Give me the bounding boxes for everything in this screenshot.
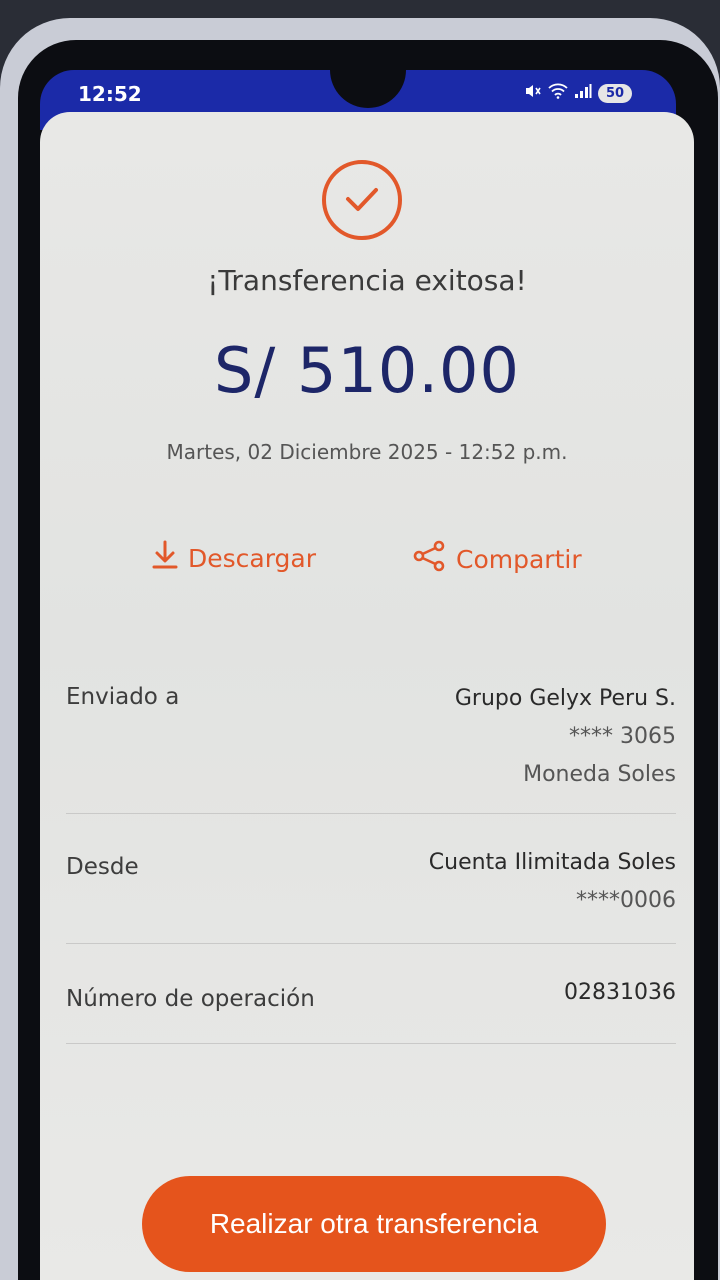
signal-icon <box>574 83 592 103</box>
sent-to-values: Grupo Gelyx Peru S. **** 3065 Moneda Sol… <box>455 680 676 794</box>
status-time: 12:52 <box>78 82 142 106</box>
operation-values: 02831036 <box>564 980 676 1005</box>
download-label: Descargar <box>188 543 317 573</box>
sent-to-label: Enviado a <box>66 684 180 710</box>
download-icon <box>152 540 178 576</box>
operation-label: Número de operación <box>66 986 315 1012</box>
battery-indicator: 50 <box>598 83 632 103</box>
source-account-name: Cuenta Ilimitada Soles <box>428 850 676 875</box>
transfer-amount: S/ 510.00 <box>214 334 520 407</box>
from-label: Desde <box>66 854 139 880</box>
receipt-actions: Descargar Compartir <box>40 540 694 580</box>
source-account-number: ****0006 <box>576 888 676 913</box>
recipient-account: **** 3065 <box>569 724 676 749</box>
transfer-datetime: Martes, 02 Diciembre 2025 - 12:52 p.m. <box>166 440 568 464</box>
detail-row-operation: Número de operación 02831036 <box>66 944 676 1044</box>
receipt-screen: ¡Transferencia exitosa! S/ 510.00 Martes… <box>40 112 694 1280</box>
new-transfer-button[interactable]: Realizar otra transferencia <box>142 1176 606 1272</box>
status-icons: 50 <box>524 83 632 103</box>
wifi-icon <box>548 83 568 103</box>
recipient-name: Grupo Gelyx Peru S. <box>454 686 676 711</box>
mute-icon <box>524 83 542 103</box>
recipient-currency: Moneda Soles <box>523 762 676 787</box>
share-icon <box>412 540 446 578</box>
success-title: ¡Transferencia exitosa! <box>207 264 527 297</box>
success-check-icon <box>322 160 402 240</box>
share-label: Compartir <box>456 544 582 574</box>
camera-notch <box>330 70 406 108</box>
share-button[interactable]: Compartir <box>412 540 582 578</box>
transfer-details: Enviado a Grupo Gelyx Peru S. **** 3065 … <box>66 672 676 1044</box>
download-button[interactable]: Descargar <box>152 540 316 576</box>
operation-number: 02831036 <box>564 980 676 1005</box>
detail-row-from: Desde Cuenta Ilimitada Soles ****0006 <box>66 814 676 944</box>
detail-row-sent-to: Enviado a Grupo Gelyx Peru S. **** 3065 … <box>66 672 676 814</box>
from-values: Cuenta Ilimitada Soles ****0006 <box>429 844 676 920</box>
